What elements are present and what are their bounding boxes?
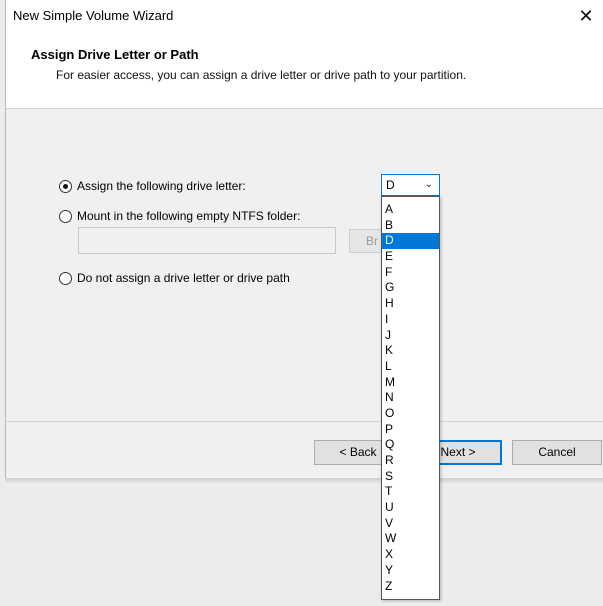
drive-letter-option-m[interactable]: M bbox=[382, 375, 439, 391]
drive-letter-option-g[interactable]: G bbox=[382, 280, 439, 296]
drive-letter-value: D bbox=[386, 178, 395, 192]
drive-letter-option-h[interactable]: H bbox=[382, 296, 439, 312]
drive-letter-option-u[interactable]: U bbox=[382, 500, 439, 516]
title-bar: New Simple Volume Wizard ✕ bbox=[6, 0, 603, 34]
drive-letter-dropdown[interactable]: ABDEFGHIJKLMNOPQRSTUVWXYZ bbox=[381, 196, 440, 600]
browse-label: Br bbox=[366, 234, 378, 248]
drive-letter-option-t[interactable]: T bbox=[382, 484, 439, 500]
drive-letter-option-j[interactable]: J bbox=[382, 328, 439, 344]
drive-letter-option-a[interactable]: A bbox=[382, 202, 439, 218]
wizard-header: Assign Drive Letter or Path For easier a… bbox=[6, 34, 603, 109]
close-icon: ✕ bbox=[578, 6, 594, 26]
radio-label: Do not assign a drive letter or drive pa… bbox=[77, 271, 290, 285]
drive-letter-option-i[interactable]: I bbox=[382, 312, 439, 328]
radio-button[interactable] bbox=[59, 271, 72, 285]
radio-no-assign[interactable]: Do not assign a drive letter or drive pa… bbox=[59, 271, 290, 285]
drive-letter-list[interactable]: ABDEFGHIJKLMNOPQRSTUVWXYZ bbox=[382, 202, 439, 594]
drive-letter-option-d[interactable]: D bbox=[382, 233, 439, 250]
radio-assign-letter[interactable]: Assign the following drive letter: bbox=[59, 179, 246, 193]
window-shadow bbox=[5, 478, 603, 484]
close-button[interactable]: ✕ bbox=[568, 0, 603, 32]
radio-button[interactable] bbox=[59, 209, 72, 223]
mount-path-input[interactable] bbox=[78, 227, 336, 254]
radio-button[interactable] bbox=[59, 179, 72, 193]
radio-mount-folder[interactable]: Mount in the following empty NTFS folder… bbox=[59, 209, 300, 223]
drive-letter-option-s[interactable]: S bbox=[382, 469, 439, 485]
drive-letter-option-l[interactable]: L bbox=[382, 359, 439, 375]
drive-letter-option-z[interactable]: Z bbox=[382, 579, 439, 595]
drive-letter-option-r[interactable]: R bbox=[382, 453, 439, 469]
drive-letter-option-f[interactable]: F bbox=[382, 265, 439, 281]
drive-letter-option-q[interactable]: Q bbox=[382, 437, 439, 453]
wizard-window: New Simple Volume Wizard ✕ Assign Drive … bbox=[5, 0, 603, 478]
drive-letter-option-v[interactable]: V bbox=[382, 516, 439, 532]
button-separator bbox=[6, 421, 603, 422]
drive-letter-option-n[interactable]: N bbox=[382, 390, 439, 406]
radio-label: Assign the following drive letter: bbox=[77, 179, 246, 193]
cancel-button[interactable]: Cancel bbox=[512, 440, 602, 465]
chevron-down-icon[interactable]: ⌄ bbox=[425, 175, 433, 195]
drive-letter-option-x[interactable]: X bbox=[382, 547, 439, 563]
window-title: New Simple Volume Wizard bbox=[13, 8, 174, 23]
page-subtitle: For easier access, you can assign a driv… bbox=[56, 68, 467, 82]
drive-letter-option-b[interactable]: B bbox=[382, 218, 439, 234]
page-title: Assign Drive Letter or Path bbox=[31, 47, 199, 62]
drive-letter-option-w[interactable]: W bbox=[382, 531, 439, 547]
drive-letter-option-e[interactable]: E bbox=[382, 249, 439, 265]
drive-letter-option-k[interactable]: K bbox=[382, 343, 439, 359]
drive-letter-option-y[interactable]: Y bbox=[382, 563, 439, 579]
drive-letter-option-p[interactable]: P bbox=[382, 422, 439, 438]
drive-letter-select[interactable]: D ⌄ bbox=[381, 174, 440, 196]
drive-letter-option-o[interactable]: O bbox=[382, 406, 439, 422]
radio-label: Mount in the following empty NTFS folder… bbox=[77, 209, 301, 223]
